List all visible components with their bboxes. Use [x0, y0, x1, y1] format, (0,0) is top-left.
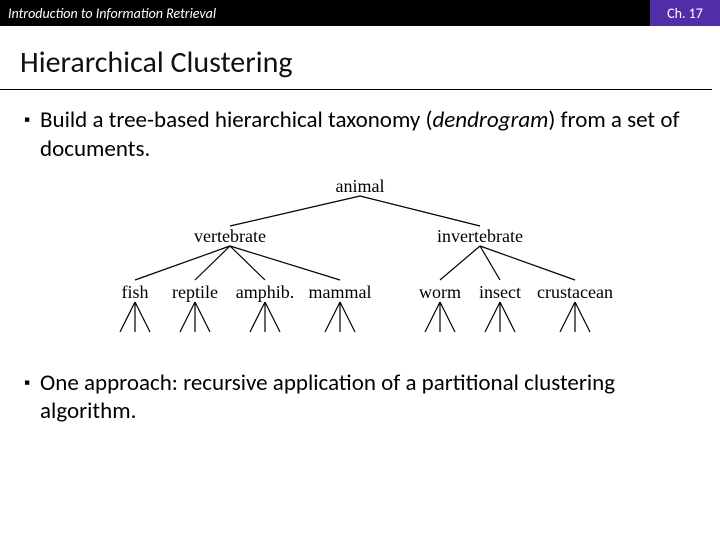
leaf-l2: reptile [172, 282, 218, 303]
node-right: invertebrate [437, 226, 523, 247]
slide-content: ▪ Build a tree-based hierarchical taxono… [0, 90, 720, 426]
bullet-marker: ▪ [24, 369, 30, 427]
leaf-l4: mammal [309, 282, 372, 303]
dendrogram-diagram: animal vertebrate invertebrate fish rept… [80, 174, 640, 359]
bullet-1: ▪ Build a tree-based hierarchical taxono… [24, 106, 696, 164]
bullet-1-pre: Build a tree-based hierarchical taxonomy… [40, 106, 432, 134]
node-left: vertebrate [194, 226, 266, 247]
dendrogram-lines [80, 174, 640, 359]
leaf-r1: worm [419, 282, 461, 303]
node-root: animal [336, 176, 385, 197]
bullet-1-text: Build a tree-based hierarchical taxonomy… [40, 106, 696, 164]
leaf-l1: fish [122, 282, 149, 303]
bullet-2-text: One approach: recursive application of a… [40, 369, 696, 427]
slide-title: Hierarchical Clustering [0, 26, 712, 90]
bullet-1-em: dendrogram [432, 106, 548, 134]
bullet-marker: ▪ [24, 106, 30, 164]
leaf-l3: amphib. [236, 282, 295, 303]
bullet-2: ▪ One approach: recursive application of… [24, 369, 696, 427]
header-chapter: Ch. 17 [650, 0, 720, 26]
leaf-r2: insect [479, 282, 521, 303]
slide-header: Introduction to Information Retrieval Ch… [0, 0, 720, 26]
leaf-r3: crustacean [537, 282, 613, 303]
header-left: Introduction to Information Retrieval [0, 5, 650, 22]
